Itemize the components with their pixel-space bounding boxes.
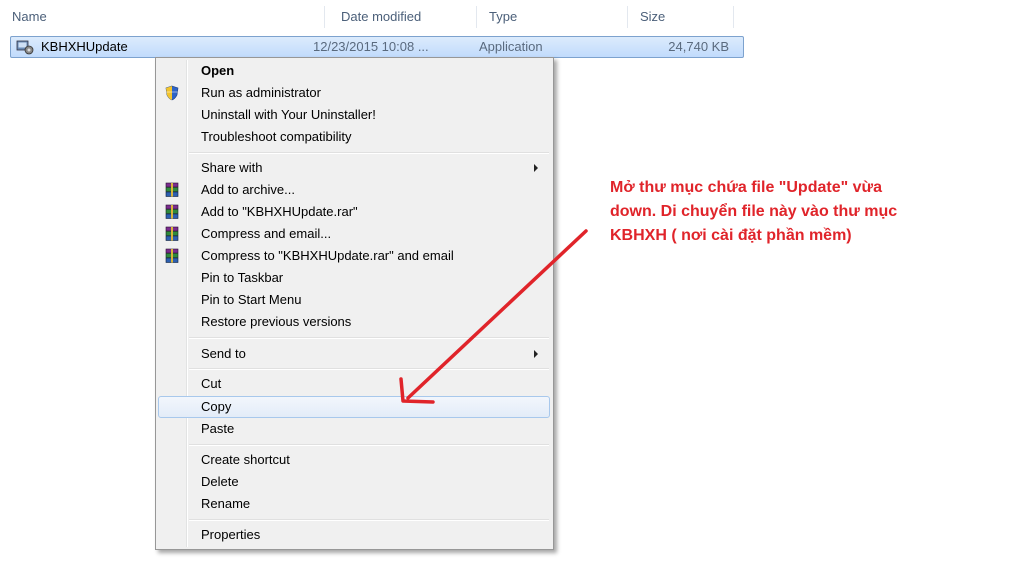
annotation-arrow: [399, 229, 588, 404]
annotation-line: down. Di chuyển file này vào thư mục: [610, 203, 898, 220]
annotation-line: Mở thư mục chứa file "Update" vừa: [610, 179, 883, 196]
annotation-line: KBHXH ( nơi cài đặt phần mềm): [610, 227, 852, 244]
annotation-text: Mở thư mục chứa file "Update" vừa down. …: [610, 176, 1020, 248]
